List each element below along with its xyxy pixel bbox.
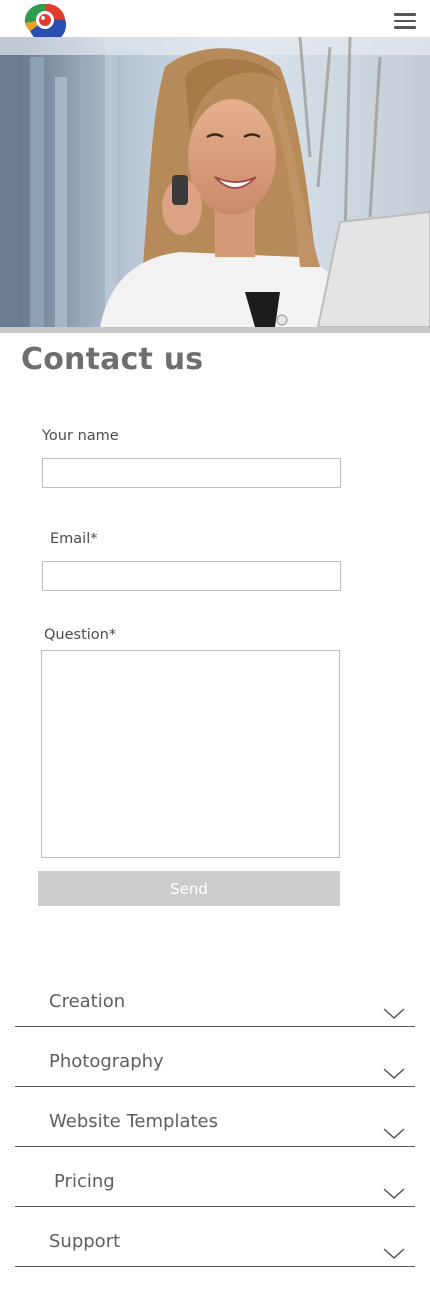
page-title: Contact us xyxy=(21,342,204,377)
chevron-down-icon xyxy=(383,1128,405,1139)
chevron-down-icon xyxy=(383,1248,405,1259)
woman-on-phone-photo xyxy=(0,37,430,327)
accordion-label: Support xyxy=(49,1231,121,1252)
name-field[interactable] xyxy=(42,458,341,488)
accordion-item-pricing[interactable]: Pricing xyxy=(15,1147,415,1207)
accordion-label: Website Templates xyxy=(49,1111,218,1132)
question-label: Question* xyxy=(44,627,117,643)
hero-image xyxy=(0,37,430,327)
send-button[interactable]: Send xyxy=(38,871,340,906)
accordion-divider xyxy=(15,1266,415,1267)
camera-logo-icon[interactable] xyxy=(22,1,68,37)
accordion-item-photography[interactable]: Photography xyxy=(15,1027,415,1087)
accordion-label: Pricing xyxy=(54,1171,115,1192)
question-field[interactable] xyxy=(41,650,340,858)
hero-divider xyxy=(0,327,430,333)
accordion-item-support[interactable]: Support xyxy=(15,1207,415,1267)
chevron-down-icon xyxy=(383,1008,405,1019)
accordion-label: Creation xyxy=(49,991,126,1012)
accordion-item-creation[interactable]: Creation xyxy=(15,967,415,1027)
accordion-label: Photography xyxy=(49,1051,164,1072)
site-header xyxy=(0,0,430,37)
email-label: Email* xyxy=(50,531,98,547)
email-field[interactable] xyxy=(42,561,341,591)
chevron-down-icon xyxy=(383,1188,405,1199)
name-label: Your name xyxy=(42,428,119,444)
accordion-item-website-templates[interactable]: Website Templates xyxy=(15,1087,415,1147)
hamburger-menu-icon[interactable] xyxy=(394,13,416,31)
chevron-down-icon xyxy=(383,1068,405,1079)
